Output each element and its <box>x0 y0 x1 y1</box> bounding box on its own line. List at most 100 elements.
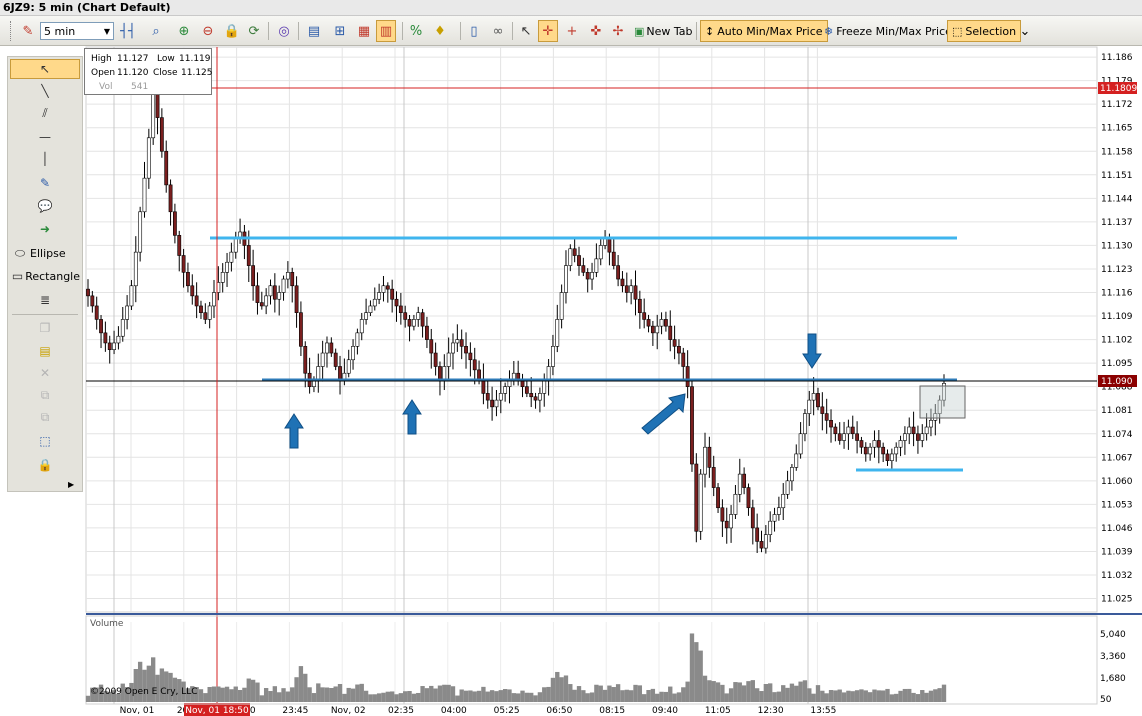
toolbar-overflow-icon[interactable]: ⌄ <box>1018 20 1032 42</box>
panel-expand-button[interactable]: ▶ <box>68 479 80 489</box>
selection-icon: ⬚ <box>952 24 963 38</box>
candle-down <box>407 319 412 327</box>
candle-down <box>694 463 699 532</box>
price-tick-label: 11.081 <box>1101 406 1133 416</box>
crosshair-icon[interactable]: + <box>562 20 582 42</box>
select-area-tool[interactable]: ⬚ <box>10 431 80 451</box>
volume-bar <box>859 689 864 702</box>
phone-icon[interactable]: ▯ <box>464 20 484 42</box>
chart-type-icon[interactable]: ┤┤ <box>118 20 138 42</box>
crosshair-dot-icon[interactable]: ✜ <box>586 20 606 42</box>
select-area-icon: ⬚ <box>39 434 51 448</box>
volume-bar <box>220 687 225 702</box>
indicators-icon[interactable]: ▤ <box>304 20 324 42</box>
candle-down <box>672 339 677 347</box>
studies-icon[interactable]: ◎ <box>274 20 294 42</box>
volume-bar <box>255 682 260 702</box>
candle-down <box>520 379 525 387</box>
copy-tool[interactable]: ⧉ <box>10 385 80 405</box>
zoom-in-icon[interactable]: ⊕ <box>174 20 194 42</box>
candle-down <box>716 487 720 509</box>
fibonacci-tool[interactable]: ≣ <box>10 290 80 310</box>
candle-down <box>477 369 481 381</box>
candle-down <box>103 332 108 344</box>
candle-down <box>524 386 529 394</box>
candle-down <box>533 396 538 401</box>
volume-bar <box>389 691 395 702</box>
candle-down <box>916 433 920 441</box>
line-tool[interactable]: ╲ <box>10 81 80 101</box>
volume-bar <box>450 686 456 702</box>
volume-bar <box>867 692 873 702</box>
candle-up <box>225 261 229 273</box>
up-arrow-annotation <box>284 413 304 449</box>
selection-button[interactable]: ⬚ Selection <box>947 20 1022 42</box>
volume-bars-icon[interactable]: ▥ <box>376 20 396 42</box>
crosshair-arrow-icon[interactable]: ✢ <box>608 20 628 42</box>
candle-down <box>620 278 625 287</box>
candle-down <box>333 352 338 367</box>
volume-bar <box>894 693 899 702</box>
zoom-icon[interactable]: ⌕ <box>146 20 166 42</box>
candle-down <box>746 487 751 509</box>
high-label: High <box>91 54 112 64</box>
freeze-minmax-button[interactable]: ❄ Freeze Min/Max Price <box>820 20 956 42</box>
candle-up <box>220 272 225 283</box>
pin-icon[interactable]: ✎ <box>18 20 38 42</box>
candle-up <box>937 399 942 414</box>
crosshair-cursor-icon[interactable]: ✛ <box>538 20 558 42</box>
candle-up <box>264 295 269 307</box>
arrow-tool[interactable]: ➜ <box>10 219 80 239</box>
volume-bar <box>307 687 312 702</box>
link-icon[interactable]: ∞ <box>488 20 508 42</box>
volume-bar <box>837 689 842 702</box>
volume-bar <box>485 691 490 702</box>
candle-down <box>611 251 616 266</box>
parallel-lines-tool[interactable]: ⫽ <box>10 103 80 123</box>
pointer-tool[interactable]: ↖ <box>10 59 80 79</box>
candle-down <box>881 446 886 455</box>
alert-bell-icon[interactable]: ♦ <box>430 20 450 42</box>
ellipse-tool[interactable]: ⬭ Ellipse <box>10 243 80 263</box>
properties-tool[interactable]: ▤ <box>10 341 80 361</box>
horizontal-line-tool[interactable]: — <box>10 127 80 147</box>
volume-bar <box>502 689 508 702</box>
delete-tool[interactable]: ✕ <box>10 363 80 383</box>
candle-down <box>425 325 429 340</box>
volume-bar <box>820 690 825 702</box>
note-tool[interactable]: ✎ <box>10 173 80 193</box>
lock-icon[interactable]: 🔒 <box>222 20 242 42</box>
chart-canvas[interactable]: 11.186 11.179 11.172 11.165 11.158 11.151 11.1… <box>0 0 1142 716</box>
close-label: Close <box>153 68 178 78</box>
candle-up <box>868 446 873 455</box>
new-tab-button[interactable]: ▣ New Tab <box>630 20 697 42</box>
refresh-icon[interactable]: ⟳ <box>244 20 264 42</box>
auto-minmax-button[interactable]: ↕ Auto Min/Max Price <box>700 20 828 42</box>
candle-down <box>624 285 629 293</box>
volume-bar <box>711 681 716 702</box>
rectangle-tool[interactable]: ▭ Rectangle <box>10 266 80 286</box>
bar-colors-icon[interactable]: ▦ <box>354 20 374 42</box>
paste-tool[interactable]: ⧉ <box>10 407 80 427</box>
chevron-down-icon: ▼ <box>103 26 110 36</box>
candle-up <box>594 258 599 273</box>
volume-bar <box>885 688 890 702</box>
callout-tool[interactable]: 💬 <box>10 196 80 216</box>
candle-up <box>129 285 134 307</box>
up-arrow-annotation <box>402 399 422 435</box>
toolbar-grip[interactable] <box>10 21 13 41</box>
bring-front-tool[interactable]: ❐ <box>10 318 80 338</box>
volume-tick-label: 1,680 <box>1100 674 1126 684</box>
candle-up <box>442 366 447 381</box>
candle-down <box>720 507 725 522</box>
percent-icon[interactable]: % <box>406 20 426 42</box>
volume-bar <box>602 689 608 702</box>
vol-label: Vol <box>99 82 113 92</box>
tree-icon[interactable]: ⊞ <box>330 20 350 42</box>
interval-select[interactable]: 5 min ▼ <box>40 22 114 40</box>
vertical-line-tool[interactable]: │ <box>10 149 80 169</box>
lock-drawing-tool[interactable]: 🔒 <box>10 455 80 475</box>
arrow-cursor-icon[interactable]: ↖ <box>516 20 536 42</box>
volume-bar <box>728 688 734 702</box>
zoom-out-icon[interactable]: ⊖ <box>198 20 218 42</box>
